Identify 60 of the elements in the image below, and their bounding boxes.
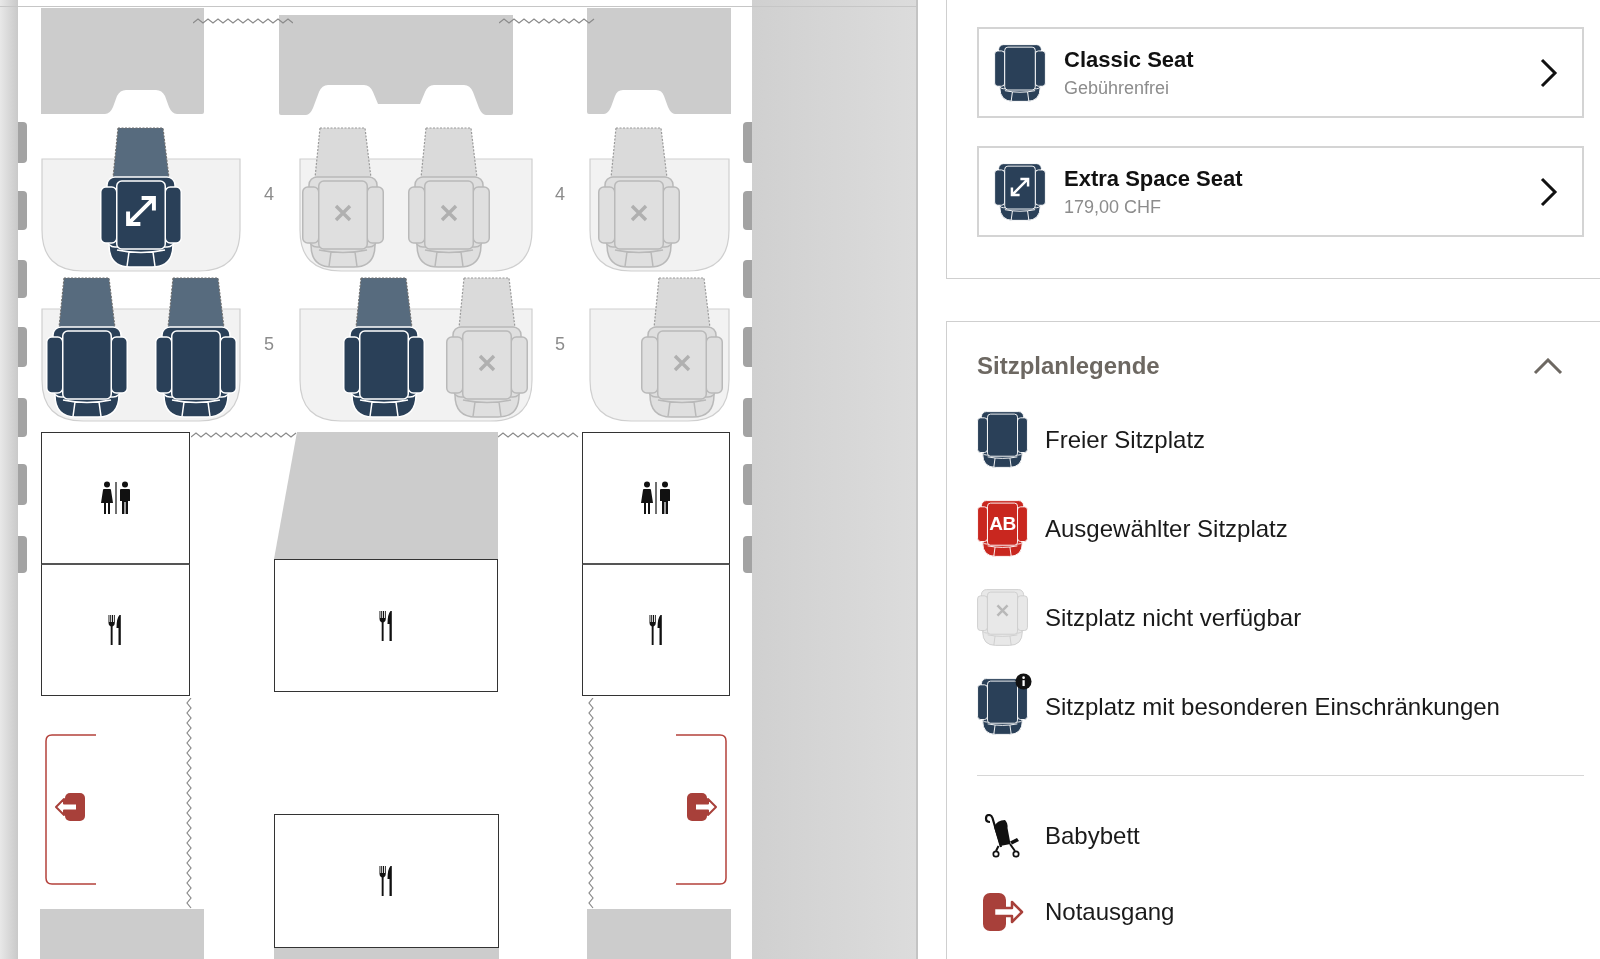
seat-icon bbox=[994, 43, 1046, 102]
window-icon bbox=[743, 122, 752, 163]
seat-label: AB bbox=[988, 513, 1017, 535]
seat-icon bbox=[977, 678, 1028, 735]
cutlery-icon bbox=[108, 614, 123, 646]
legend-label: Freier Sitzplatz bbox=[1045, 424, 1206, 455]
seat[interactable] bbox=[343, 277, 425, 418]
window-icon bbox=[743, 260, 752, 298]
emergency-exit-icon bbox=[686, 792, 718, 822]
cross-icon bbox=[673, 354, 691, 372]
chevron-right-icon bbox=[1540, 57, 1558, 88]
seat-option-button[interactable]: Classic Seat Gebührenfrei bbox=[977, 27, 1584, 118]
seat[interactable] bbox=[46, 277, 128, 418]
window-icon bbox=[743, 191, 752, 230]
window-icon bbox=[743, 464, 752, 505]
seat[interactable] bbox=[155, 277, 237, 418]
window-icon bbox=[18, 260, 27, 298]
seat[interactable] bbox=[100, 127, 182, 268]
cross-icon bbox=[440, 204, 458, 222]
window-icon bbox=[18, 191, 27, 230]
cross-icon bbox=[334, 204, 352, 222]
seat-option-button[interactable]: Extra Space Seat 179,00 CHF bbox=[977, 146, 1584, 237]
window-icon bbox=[743, 327, 752, 367]
cross-icon bbox=[630, 204, 648, 222]
legend-label: Babybett bbox=[1045, 821, 1140, 851]
cross-icon bbox=[996, 604, 1009, 617]
legend-label: Ausgewählter Sitzplatz bbox=[1045, 513, 1288, 544]
cutlery-icon bbox=[378, 609, 394, 642]
stroller-icon bbox=[984, 814, 1021, 858]
row-number: 4 bbox=[264, 183, 274, 205]
chevron-up-icon[interactable] bbox=[1533, 357, 1563, 375]
legend-label: Notausgang bbox=[1045, 897, 1175, 927]
window-icon bbox=[18, 536, 27, 573]
seat-icon bbox=[977, 589, 1028, 646]
cross-icon bbox=[478, 354, 496, 372]
window-icon bbox=[18, 327, 27, 367]
restroom-icon bbox=[98, 481, 133, 515]
emergency-exit-icon bbox=[981, 892, 1024, 932]
chevron-right-icon bbox=[1540, 176, 1558, 207]
info-icon bbox=[1015, 673, 1032, 690]
window-icon bbox=[743, 536, 752, 573]
double-arrow-icon bbox=[125, 195, 157, 227]
row-number: 5 bbox=[555, 333, 565, 355]
emergency-exit-icon bbox=[54, 792, 86, 822]
legend-label: Sitzplatz mit besonderen Einschränkungen bbox=[1045, 691, 1500, 722]
cutlery-icon bbox=[379, 865, 394, 897]
seat-icon bbox=[994, 162, 1046, 221]
window-icon bbox=[18, 122, 27, 163]
legend-label: Sitzplatz nicht verfügbar bbox=[1045, 602, 1302, 633]
cutlery-icon bbox=[648, 614, 664, 646]
seat-icon bbox=[977, 500, 1028, 557]
window-icon bbox=[18, 464, 27, 505]
window-icon bbox=[18, 398, 27, 437]
double-arrow-icon bbox=[1010, 176, 1030, 197]
row-number: 4 bbox=[555, 183, 565, 205]
row-number: 5 bbox=[264, 333, 274, 355]
seat-icon bbox=[977, 411, 1028, 468]
window-icon bbox=[743, 398, 752, 437]
legend-title: Sitzplanlegende bbox=[977, 351, 1160, 381]
restroom-icon bbox=[639, 481, 673, 515]
